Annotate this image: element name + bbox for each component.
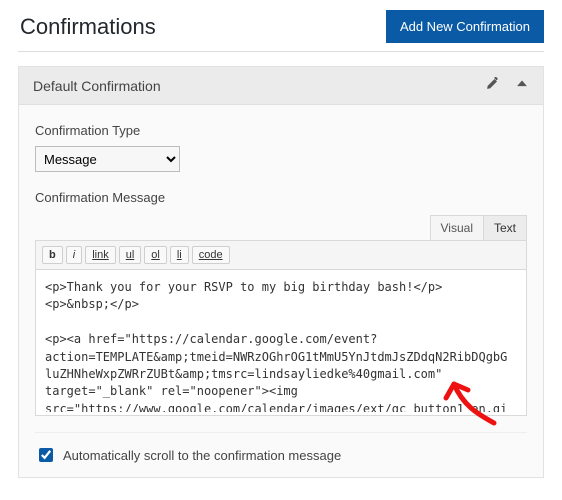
page-title: Confirmations [20,14,156,40]
panel-title: Default Confirmation [33,78,161,94]
toolbar-ol-button[interactable]: ol [144,246,167,264]
confirmation-type-select[interactable]: Message [35,146,180,172]
tab-visual[interactable]: Visual [430,215,484,240]
confirmation-type-label: Confirmation Type [35,123,527,138]
toolbar-ul-button[interactable]: ul [119,246,142,264]
auto-scroll-checkbox[interactable] [39,448,53,462]
toolbar-code-button[interactable]: code [192,246,230,264]
message-editor: Visual Text b i link ul ol li code [35,215,527,416]
confirmation-message-label: Confirmation Message [35,190,527,205]
confirmation-panel: Default Confirmation Confirmation Type M… [18,66,544,478]
editor-toolbar: b i link ul ol li code [35,240,527,270]
auto-scroll-label: Automatically scroll to the confirmation… [63,448,341,463]
toolbar-li-button[interactable]: li [170,246,189,264]
message-textarea[interactable] [36,270,526,412]
add-new-confirmation-button[interactable]: Add New Confirmation [386,10,544,43]
chevron-up-icon[interactable] [515,77,529,94]
toolbar-italic-button[interactable]: i [66,246,82,264]
edit-icon[interactable] [485,77,499,94]
toolbar-bold-button[interactable]: b [42,246,63,264]
tab-text[interactable]: Text [483,215,527,240]
toolbar-link-button[interactable]: link [85,246,116,264]
